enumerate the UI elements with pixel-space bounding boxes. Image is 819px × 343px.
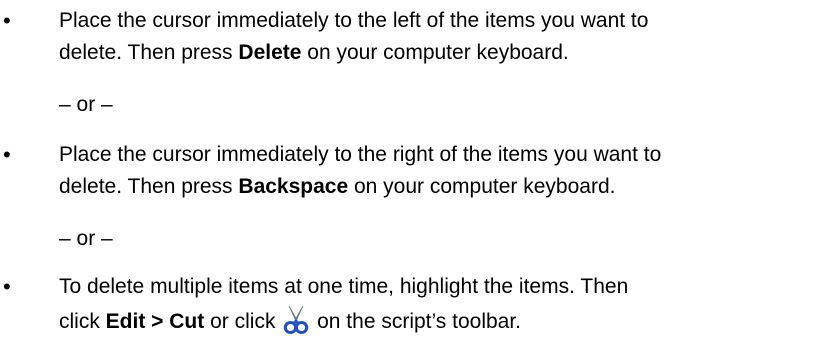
- scissors-icon: [283, 304, 309, 334]
- key-backspace: Backspace: [238, 175, 349, 198]
- key-delete: Delete: [238, 41, 302, 64]
- item-line-2: delete. Then press Delete on your comput…: [59, 41, 569, 64]
- item-line-2: delete. Then press Backspace on your com…: [59, 175, 616, 198]
- item-line-1: Place the cursor immediately to the righ…: [59, 143, 662, 166]
- item-line-2: click Edit > Cut or click on the script’…: [59, 304, 819, 337]
- bullet: •: [3, 142, 11, 167]
- item-line-1: Place the cursor immediately to the left…: [59, 9, 649, 32]
- or-separator: – or –: [59, 93, 113, 116]
- bullet: •: [3, 274, 11, 299]
- menu-edit-cut: Edit > Cut: [105, 310, 205, 333]
- item-line-1: To delete multiple items at one time, hi…: [59, 275, 629, 298]
- bullet: •: [3, 8, 11, 33]
- or-separator: – or –: [59, 227, 113, 250]
